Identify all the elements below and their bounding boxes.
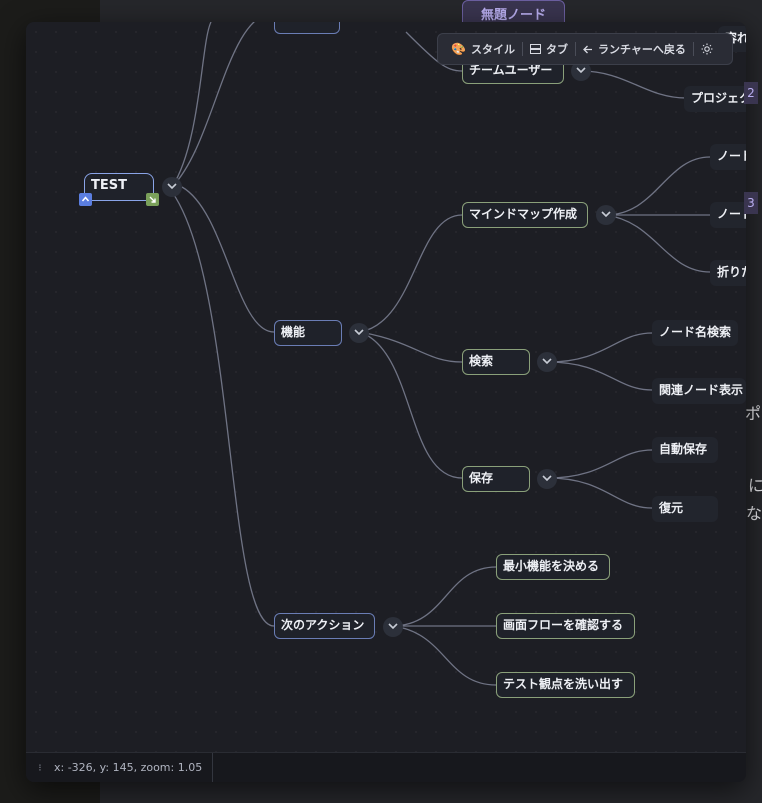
tab-label: タブ: [545, 43, 568, 56]
tab-icon: [529, 44, 541, 54]
edge: [605, 156, 711, 216]
edge-layer: [171, 22, 711, 686]
chevron-down-icon[interactable]: [383, 617, 403, 637]
edge: [580, 70, 687, 99]
viewport-coordinates: x: -326, y: 145, zoom: 1.05: [54, 753, 214, 782]
node-child[interactable]: テスト観点を洗い出す: [496, 672, 635, 698]
expand-arrow-icon[interactable]: [146, 193, 159, 206]
sun-icon: [701, 43, 713, 55]
node-child[interactable]: 画面フローを確認する: [496, 613, 635, 639]
style-button[interactable]: 🎨 スタイル: [444, 41, 522, 57]
node-mindmap[interactable]: マインドマップ作成: [462, 202, 588, 228]
node-child[interactable]: ノード: [710, 202, 746, 228]
node-child[interactable]: 関連ノード表示: [652, 378, 746, 404]
edge: [605, 214, 711, 273]
node-child[interactable]: 復元: [652, 496, 718, 522]
chevron-down-icon[interactable]: [596, 205, 616, 225]
chevron-down-icon[interactable]: [537, 469, 557, 489]
edge: [391, 566, 497, 627]
background-fragment: に: [748, 476, 762, 495]
node-next-action[interactable]: 次のアクション: [274, 613, 375, 639]
arrow-left-icon: [583, 45, 592, 53]
node-partial-top[interactable]: [274, 22, 340, 34]
node-child[interactable]: 折りた: [710, 260, 746, 286]
node-child[interactable]: ノード名検索: [652, 320, 738, 346]
background-fragment: ポ: [745, 404, 762, 423]
edge: [547, 477, 653, 509]
floating-toolbar: 🎨 スタイル タブ ランチャーへ戻る: [437, 33, 733, 65]
node-child[interactable]: ノード: [710, 144, 746, 170]
mindmap-window: TEST チームユーザー プロジェク 容れ 機能 マインドマップ作成 ノード ノ…: [26, 22, 746, 782]
node-root[interactable]: TEST: [84, 173, 154, 201]
node-features[interactable]: 機能: [274, 320, 342, 346]
edge: [171, 22, 256, 188]
collapse-up-icon[interactable]: [79, 193, 92, 206]
node-save[interactable]: 保存: [462, 466, 530, 492]
background-number-chip: 3: [744, 192, 758, 214]
edge: [359, 214, 463, 333]
status-bar: ⁝ x: -326, y: 145, zoom: 1.05: [26, 752, 746, 782]
node-search[interactable]: 検索: [462, 349, 530, 375]
edge: [547, 332, 653, 363]
edge: [547, 449, 653, 479]
chevron-down-icon[interactable]: [349, 323, 369, 343]
background-number-chip: 2: [744, 82, 758, 104]
style-label: スタイル: [470, 43, 515, 56]
drag-handle-icon[interactable]: ⁝: [26, 763, 54, 774]
background-fragment: な: [746, 504, 762, 523]
chevron-down-icon[interactable]: [537, 352, 557, 372]
node-project[interactable]: プロジェク: [684, 86, 746, 112]
edge: [171, 22, 212, 188]
node-child[interactable]: 最小機能を決める: [496, 554, 610, 580]
node-child[interactable]: 自動保存: [652, 437, 718, 463]
chevron-down-icon[interactable]: [162, 177, 182, 197]
theme-toggle-button[interactable]: [694, 43, 720, 55]
edge: [359, 331, 463, 479]
edge: [359, 331, 463, 363]
mindmap-canvas[interactable]: TEST チームユーザー プロジェク 容れ 機能 マインドマップ作成 ノード ノ…: [26, 22, 746, 752]
launcher-label: ランチャーへ戻る: [597, 43, 686, 56]
tab-button[interactable]: タブ: [523, 41, 575, 57]
edge: [171, 191, 275, 627]
edge: [391, 625, 497, 686]
back-to-launcher-button[interactable]: ランチャーへ戻る: [576, 41, 693, 57]
edge: [181, 186, 275, 333]
palette-icon: 🎨: [451, 42, 466, 56]
edge: [547, 361, 653, 391]
